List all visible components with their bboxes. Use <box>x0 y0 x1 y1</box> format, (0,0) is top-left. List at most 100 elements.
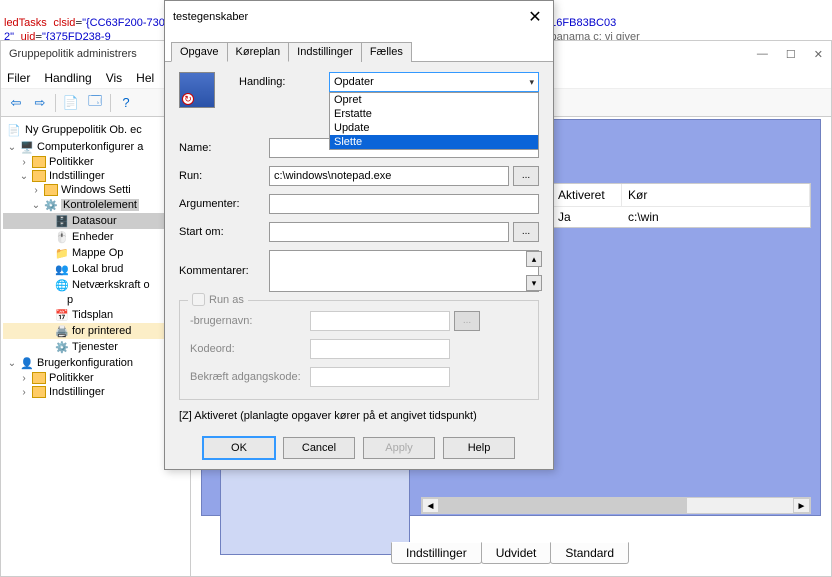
col-aktiveret[interactable]: Aktiveret <box>552 184 622 206</box>
tree-windows-settings[interactable]: › Windows Setti <box>3 183 188 197</box>
runas-group: Run as -brugernavn: ... Kodeord: Bekræft… <box>179 300 539 400</box>
label-runas: Run as <box>209 294 244 306</box>
tab-opgave[interactable]: Opgave <box>171 42 228 62</box>
scroll-thumb[interactable] <box>439 498 687 513</box>
network-icon: 🌐 <box>55 278 69 292</box>
tree-brugerkonfiguration[interactable]: ⌄ 👤 Brugerkonfiguration <box>3 355 188 371</box>
user-config-icon: 👤 <box>20 356 34 370</box>
option-opret[interactable]: Opret <box>330 93 538 107</box>
tab-faelles[interactable]: Fælles <box>361 42 412 62</box>
tree-netvaerk[interactable]: 🌐 Netværkskraft o <box>3 277 188 293</box>
twisty-open-icon[interactable]: ⌄ <box>19 171 29 182</box>
startom-browse-button[interactable]: ... <box>513 222 539 242</box>
tree-indstillinger[interactable]: ⌄ Indstillinger <box>3 169 188 183</box>
horizontal-scrollbar[interactable]: ◄ ► <box>421 497 811 514</box>
runas-checkbox[interactable] <box>192 293 205 306</box>
kodeord-input[interactable] <box>310 339 450 359</box>
handling-select[interactable]: Opdater ▾ <box>329 72 539 92</box>
label-aktiveret: [Z] Aktiveret (planlagte opgaver kører p… <box>179 410 477 422</box>
devices-icon: 🖱️ <box>55 230 69 244</box>
tree-enheder[interactable]: 🖱️ Enheder <box>3 229 188 245</box>
chevron-down-icon: ▾ <box>529 77 534 88</box>
twisty-open-icon[interactable]: ⌄ <box>7 358 17 369</box>
menu-vis[interactable]: Vis <box>106 71 122 85</box>
maximize-icon[interactable]: ☐ <box>786 48 796 61</box>
tree-politikker-2[interactable]: › Politikker <box>3 371 188 385</box>
startom-input[interactable] <box>269 222 509 242</box>
close-icon[interactable]: ✕ <box>814 48 823 61</box>
run-input[interactable] <box>269 166 509 186</box>
twisty-closed-icon[interactable]: › <box>31 185 41 196</box>
bottom-tabs: Indstillinger Udvidet Standard <box>391 542 628 564</box>
option-slette[interactable]: Slette <box>330 135 538 149</box>
scroll-down-icon[interactable]: ▾ <box>526 275 542 291</box>
help-button[interactable]: Help <box>443 437 515 459</box>
label-run: Run: <box>179 170 269 182</box>
tree-tidsplan[interactable]: 📅 Tidsplan <box>3 307 188 323</box>
tb-help-icon[interactable]: ? <box>115 92 137 114</box>
tab-udvidet[interactable]: Udvidet <box>481 542 552 564</box>
folder-icon <box>32 372 46 384</box>
scroll-up-icon[interactable]: ▴ <box>526 251 542 267</box>
cancel-button[interactable]: Cancel <box>283 437 355 459</box>
tree-kontrolelementer[interactable]: ⌄ ⚙️ Kontrolelement <box>3 197 188 213</box>
tab-koreplan[interactable]: Køreplan <box>227 42 290 62</box>
twisty-open-icon[interactable]: ⌄ <box>7 142 17 153</box>
brugernavn-browse-button[interactable]: ... <box>454 311 480 331</box>
tb-folder-icon[interactable]: 📄 <box>60 92 82 114</box>
option-update[interactable]: Update <box>330 121 538 135</box>
apply-button[interactable]: Apply <box>363 437 435 459</box>
nav-forward-icon[interactable]: ⇨ <box>29 92 51 114</box>
control-panel-icon: ⚙️ <box>44 198 58 212</box>
tree-lokalbrd[interactable]: 👥 Lokal brud <box>3 261 188 277</box>
folder-options-icon: 📁 <box>55 246 69 260</box>
minimize-icon[interactable]: — <box>757 48 768 61</box>
bekraeft-input[interactable] <box>310 367 450 387</box>
label-handling: Handling: <box>239 76 329 88</box>
option-erstatte[interactable]: Erstatte <box>330 107 538 121</box>
schedule-icon: 📅 <box>55 308 69 322</box>
properties-dialog: testegenskaber ✕ Opgave Køreplan Indstil… <box>164 0 554 470</box>
database-icon: 🗄️ <box>55 214 69 228</box>
twisty-closed-icon[interactable]: › <box>19 157 29 168</box>
tab-standard[interactable]: Standard <box>550 542 629 564</box>
aktiveret-row: [Z] Aktiveret (planlagte opgaver kører p… <box>179 410 539 422</box>
twisty-closed-icon[interactable]: › <box>19 387 29 398</box>
handling-dropdown: Opret Erstatte Update Slette <box>329 92 539 150</box>
tree-computer[interactable]: ⌄ 🖥️ Computerkonfigurer a <box>3 139 188 155</box>
scroll-right-icon[interactable]: ► <box>793 498 810 513</box>
ok-button[interactable]: OK <box>203 437 275 459</box>
folder-icon <box>32 156 46 168</box>
folder-icon <box>32 386 46 398</box>
menu-filer[interactable]: Filer <box>7 71 30 85</box>
users-icon: 👥 <box>55 262 69 276</box>
tree-p[interactable]: p <box>3 293 188 307</box>
menu-handling[interactable]: Handling <box>44 71 91 85</box>
tab-indstillinger[interactable]: Indstillinger <box>391 542 482 564</box>
twisty-closed-icon[interactable]: › <box>19 373 29 384</box>
argumenter-input[interactable] <box>269 194 539 214</box>
tree-tjenester[interactable]: ⚙️ Tjenester <box>3 339 188 355</box>
tree-politikker[interactable]: › Politikker <box>3 155 188 169</box>
brugernavn-input[interactable] <box>310 311 450 331</box>
col-kor[interactable]: Kør <box>622 184 810 206</box>
tree-indstillinger-2[interactable]: › Indstillinger <box>3 385 188 399</box>
tree-forprinter[interactable]: 🖨️ for printered <box>3 323 188 339</box>
tree-datasour[interactable]: 🗄️ Datasour <box>3 213 188 229</box>
tab-indstillinger[interactable]: Indstillinger <box>288 42 362 62</box>
window-title: Gruppepolitik administrers <box>9 48 137 60</box>
dialog-close-icon[interactable]: ✕ <box>525 7 545 27</box>
tree-mappeop[interactable]: 📁 Mappe Op <box>3 245 188 261</box>
tb-list-icon[interactable]: 🗔 <box>84 92 106 114</box>
refresh-badge-icon: ↻ <box>182 93 194 105</box>
kommentarer-input[interactable]: ▴ ▾ <box>269 250 539 292</box>
nav-back-icon[interactable]: ⇦ <box>5 92 27 114</box>
tree-root[interactable]: 📄 Ny Gruppepolitik Ob. ec <box>3 121 188 139</box>
printer-icon: 🖨️ <box>55 324 69 338</box>
computer-icon: 🖥️ <box>20 140 34 154</box>
twisty-open-icon[interactable]: ⌄ <box>31 200 41 211</box>
label-bekraeft: Bekræft adgangskode: <box>190 371 310 383</box>
run-browse-button[interactable]: ... <box>513 166 539 186</box>
scroll-left-icon[interactable]: ◄ <box>422 498 439 513</box>
menu-help[interactable]: Hel <box>136 71 154 85</box>
